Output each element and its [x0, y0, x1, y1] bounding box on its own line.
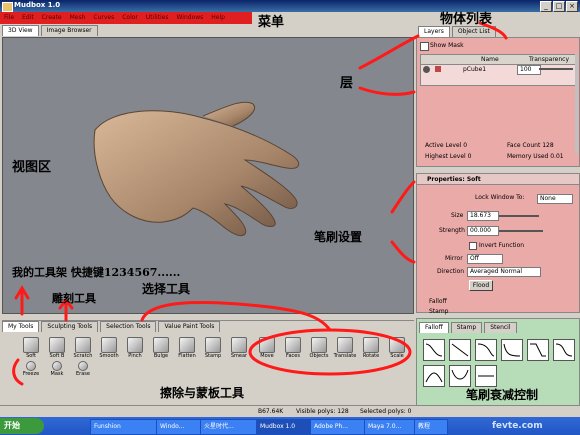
annotation-arrow-layers	[358, 34, 420, 70]
annotation-object-list: 物体列表	[440, 12, 493, 27]
annotation-layers: 层	[340, 76, 354, 91]
annotation-viewport: 视图区	[12, 160, 52, 175]
annotation-arrow-brush	[390, 180, 416, 214]
annotation-arrow-layers-2	[358, 86, 416, 96]
annotation-erase-mask: 擦除与蒙板工具	[160, 386, 245, 400]
annotation-arrow-erase	[12, 358, 24, 386]
annotation-arrow-brush-2	[390, 240, 416, 264]
annotation-circle-selection	[248, 328, 412, 376]
annotation-sculpt-tools: 雕刻工具	[52, 292, 96, 305]
annotation-brush-settings: 笔刷设置	[314, 230, 363, 244]
annotation-select-tools: 选择工具	[142, 282, 191, 296]
annotation-arrow-select	[140, 301, 332, 332]
annotation-falloff-control: 笔刷衰减控制	[466, 388, 539, 402]
annotation-overlay	[12, 21, 508, 386]
annotation-menu: 菜单	[258, 15, 285, 30]
annotation-my-tools: 我的工具架 快捷键1234567......	[12, 266, 181, 279]
